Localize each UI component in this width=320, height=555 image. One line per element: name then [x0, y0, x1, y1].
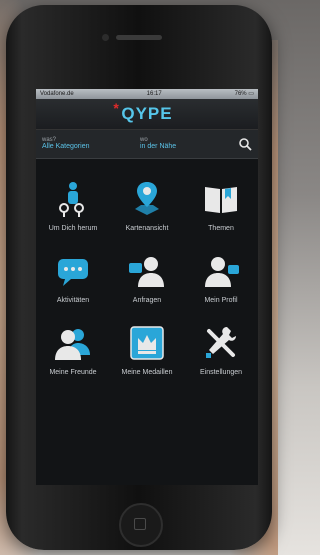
- tools-icon: [206, 327, 236, 358]
- chat-bubble-icon: [58, 259, 88, 286]
- what-field[interactable]: was? Alle Kategorien: [42, 137, 140, 151]
- user-profile-icon: [205, 257, 239, 287]
- logo-text: QYPE: [121, 104, 173, 123]
- menu-kartenansicht[interactable]: Kartenansicht: [110, 179, 184, 251]
- menu-um-dich-herum[interactable]: Um Dich herum: [36, 179, 110, 251]
- menu-label: Mein Profil: [204, 297, 238, 304]
- search-icon[interactable]: [238, 137, 252, 151]
- menu-label: Anfragen: [132, 297, 162, 304]
- person-pins-icon: [59, 182, 84, 217]
- carrier-label: Vodafone.de: [40, 91, 74, 97]
- menu-label: Aktivitäten: [56, 297, 90, 304]
- map-pin-icon: [135, 182, 159, 215]
- where-field[interactable]: wo in der Nähe: [140, 137, 238, 151]
- menu-label: Um Dich herum: [48, 225, 98, 232]
- menu-label: Meine Freunde: [49, 369, 97, 376]
- front-camera: [102, 34, 109, 41]
- qype-logo: * QYPE: [113, 100, 173, 124]
- earpiece: [116, 35, 162, 40]
- app-screen: Vodafone.de 16:17 76% ▭ * QYPE was? Alle…: [36, 89, 258, 485]
- app-header: * QYPE: [36, 99, 258, 130]
- menu-mein-profil[interactable]: Mein Profil: [184, 251, 258, 323]
- users-icon: [55, 329, 90, 360]
- clock: 16:17: [146, 91, 162, 97]
- status-bar: Vodafone.de 16:17 76% ▭: [36, 89, 258, 99]
- menu-label: Meine Medaillen: [121, 369, 173, 376]
- phone-body: Vodafone.de 16:17 76% ▭ * QYPE was? Alle…: [6, 5, 272, 550]
- menu-label: Themen: [208, 225, 234, 232]
- open-book-icon: [205, 187, 237, 213]
- menu-meine-medaillen[interactable]: Meine Medaillen: [110, 323, 184, 395]
- logo-star: *: [113, 100, 120, 116]
- menu-themen[interactable]: Themen: [184, 179, 258, 251]
- user-question-icon: [129, 257, 164, 287]
- menu-einstellungen[interactable]: Einstellungen: [184, 323, 258, 395]
- home-button[interactable]: [119, 503, 163, 547]
- where-value: in der Nähe: [140, 143, 177, 151]
- battery-indicator: 76% ▭: [234, 91, 254, 97]
- menu-anfragen[interactable]: Anfragen: [110, 251, 184, 323]
- menu-label: Kartenansicht: [125, 225, 169, 232]
- menu-aktivitaeten[interactable]: Aktivitäten: [36, 251, 110, 323]
- crown-medal-icon: [130, 326, 164, 360]
- menu-grid: Um Dich herum Kartenansicht Themen Aktiv…: [36, 159, 258, 395]
- menu-label: Einstellungen: [199, 369, 243, 376]
- what-value: Alle Kategorien: [42, 143, 90, 151]
- menu-meine-freunde[interactable]: Meine Freunde: [36, 323, 110, 395]
- search-bar: was? Alle Kategorien wo in der Nähe: [36, 130, 258, 159]
